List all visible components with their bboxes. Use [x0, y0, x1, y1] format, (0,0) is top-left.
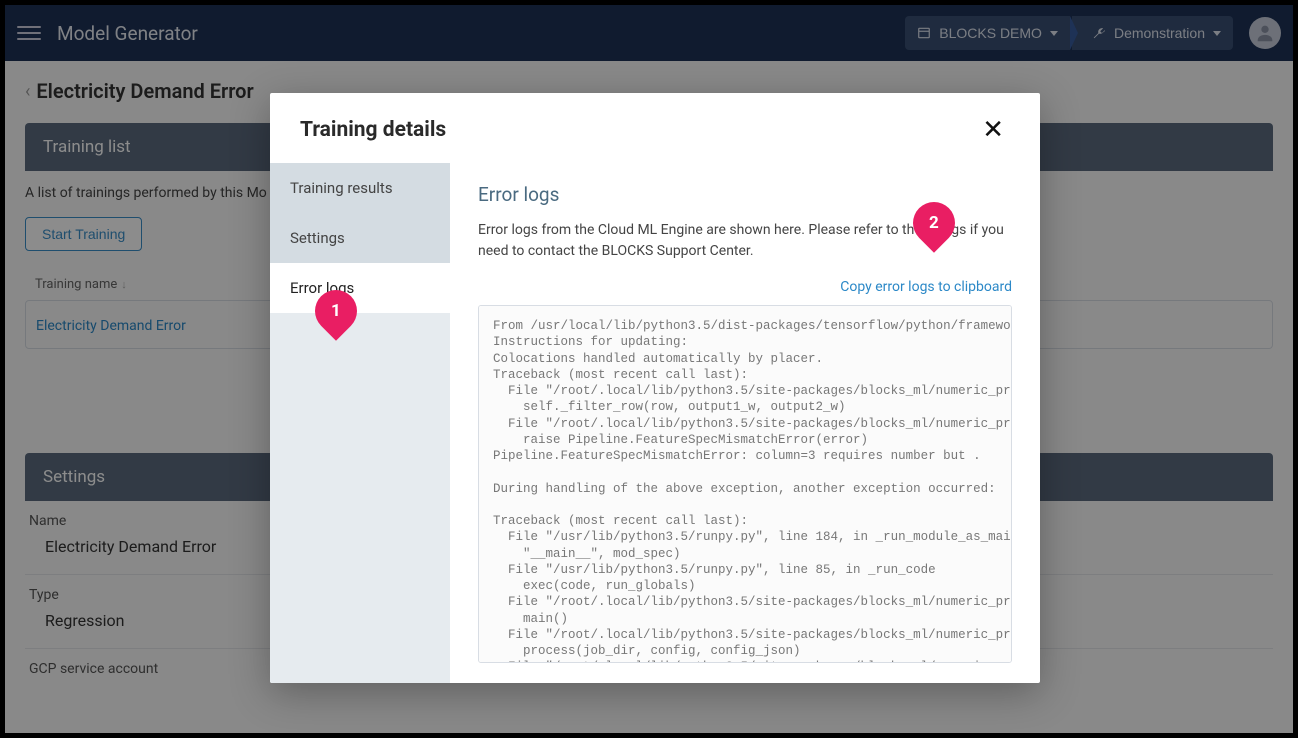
error-logs-desc: Error logs from the Cloud ML Engine are … — [478, 220, 1012, 262]
training-details-modal: Training details ✕ Training results Sett… — [270, 93, 1040, 683]
sidebar-item-error-logs[interactable]: Error logs — [270, 263, 450, 313]
sidebar-item-settings[interactable]: Settings — [270, 213, 450, 263]
modal-sidebar: Training results Settings Error logs — [270, 163, 450, 683]
sidebar-item-training-results[interactable]: Training results — [270, 163, 450, 213]
error-logs-heading: Error logs — [478, 183, 1012, 206]
modal-header: Training details ✕ — [270, 93, 1040, 163]
close-icon[interactable]: ✕ — [976, 115, 1010, 145]
modal-title: Training details — [300, 118, 446, 142]
modal-main: Error logs Error logs from the Cloud ML … — [450, 163, 1040, 683]
copy-error-logs-link[interactable]: Copy error logs to clipboard — [840, 279, 1012, 295]
error-log-box[interactable]: From /usr/local/lib/python3.5/dist-packa… — [478, 305, 1012, 663]
error-log-text: From /usr/local/lib/python3.5/dist-packa… — [493, 318, 997, 663]
